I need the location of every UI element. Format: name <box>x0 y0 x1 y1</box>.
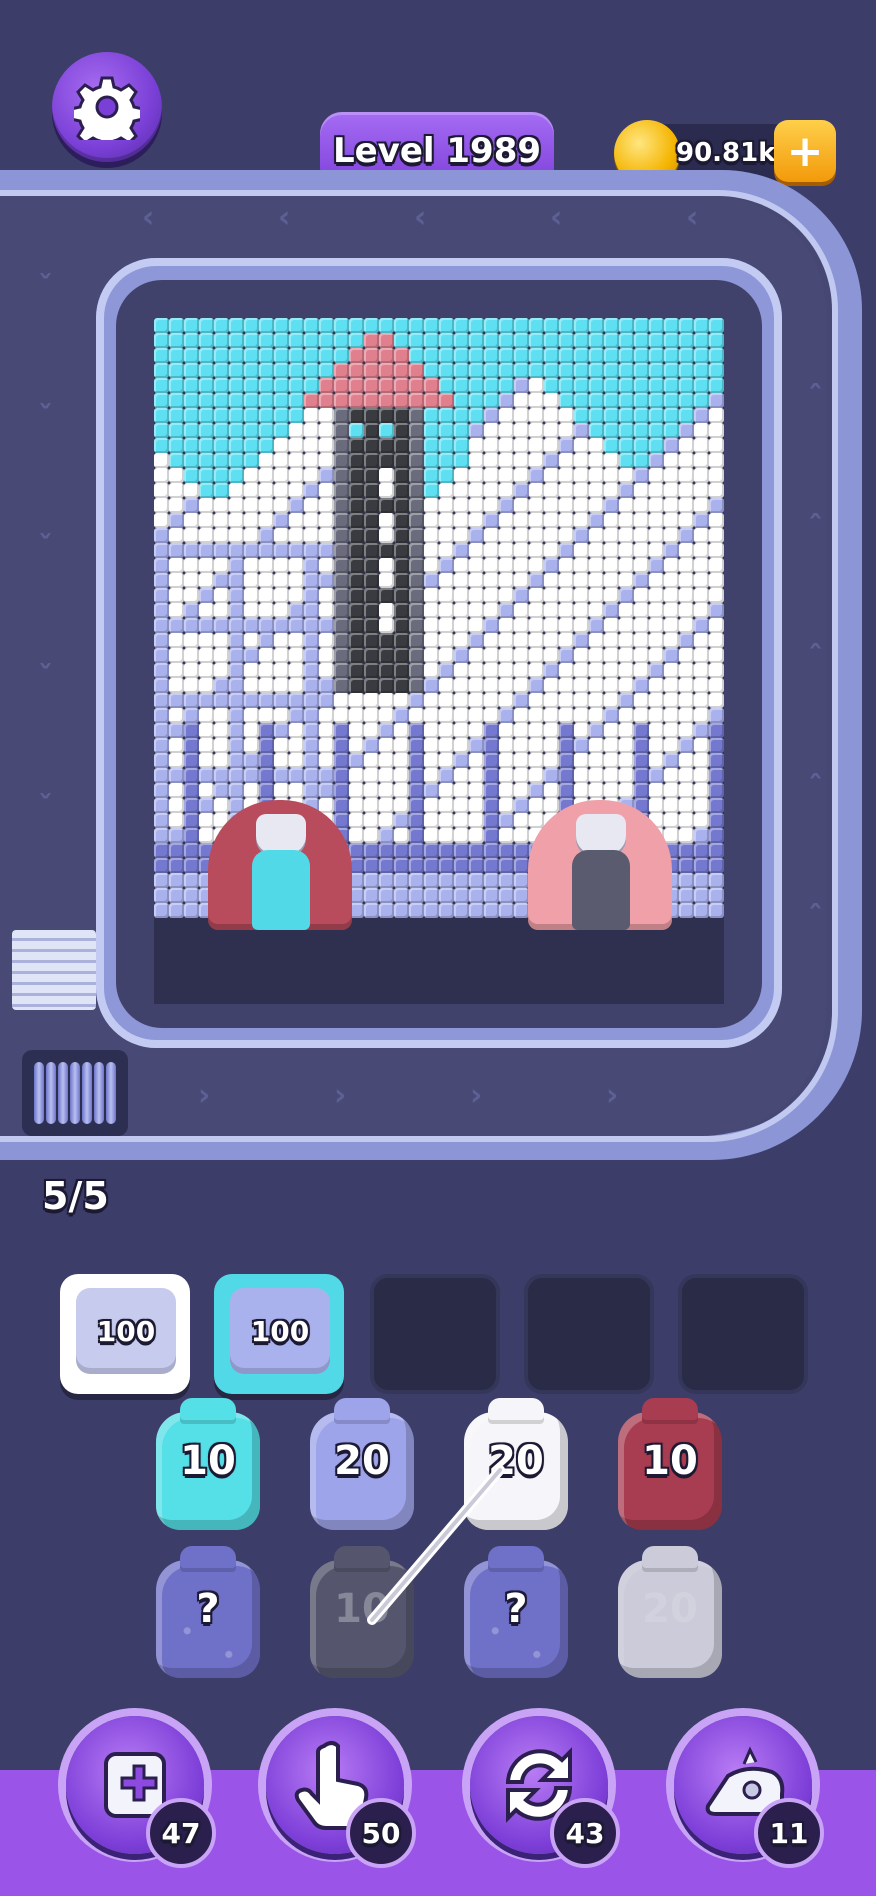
chevron-up-icon: ˆ <box>808 510 823 545</box>
pig-face-icon <box>256 814 306 854</box>
slot-2[interactable]: 100 <box>214 1274 344 1394</box>
hand-booster[interactable]: 50 <box>266 1716 416 1868</box>
chevron-right-icon: › <box>334 1078 347 1113</box>
conveyor-dock <box>12 930 96 1010</box>
booster-count: 11 <box>754 1798 824 1868</box>
unit-cyan[interactable]: 10 <box>156 1398 260 1530</box>
coin-count: 90.81k <box>676 138 776 168</box>
chevron-up-icon: ˆ <box>808 380 823 415</box>
spool-icon <box>22 1050 128 1136</box>
pig-body <box>252 850 310 930</box>
chevron-left-icon: ‹ <box>686 200 699 235</box>
booster-count: 50 <box>346 1798 416 1868</box>
chevron-down-icon: ˇ <box>38 400 53 435</box>
unit-white[interactable]: 20 <box>618 1546 722 1678</box>
unit-mystery[interactable]: ? <box>156 1546 260 1678</box>
tutorial-pointer-line <box>367 1465 505 1625</box>
chevron-up-icon: ˆ <box>808 640 823 675</box>
chevron-left-icon: ‹ <box>550 200 563 235</box>
booster-count: 47 <box>146 1798 216 1868</box>
slot-5[interactable] <box>678 1274 808 1394</box>
chevron-right-icon: › <box>198 1078 211 1113</box>
add-coins-button[interactable]: + <box>774 120 836 182</box>
chevron-left-icon: ‹ <box>142 200 155 235</box>
vacuum-booster[interactable]: 11 <box>674 1716 824 1868</box>
slot-4[interactable] <box>524 1274 654 1394</box>
level-label: Level 1989 <box>332 131 542 171</box>
chevron-left-icon: ‹ <box>278 200 291 235</box>
shuffle-booster[interactable]: 43 <box>470 1716 620 1868</box>
slot-3[interactable] <box>370 1274 500 1394</box>
chevron-down-icon: ˇ <box>38 530 53 565</box>
chevron-down-icon: ˇ <box>38 270 53 305</box>
chevron-right-icon: › <box>470 1078 483 1113</box>
chevron-up-icon: ˆ <box>808 770 823 805</box>
queue-count: 5/5 <box>42 1174 109 1218</box>
chevron-up-icon: ˆ <box>808 900 823 935</box>
gear-icon <box>74 76 140 140</box>
pig-body <box>572 850 630 930</box>
slot-value: 100 <box>230 1288 330 1374</box>
pig-face-icon <box>576 814 626 854</box>
chevron-left-icon: ‹ <box>414 200 427 235</box>
add-slot-booster[interactable]: 47 <box>66 1716 216 1868</box>
booster-count: 43 <box>550 1798 620 1868</box>
pig-shooter-right[interactable] <box>528 800 672 930</box>
chevron-down-icon: ˇ <box>38 790 53 825</box>
chevron-down-icon: ˇ <box>38 660 53 695</box>
plus-icon: + <box>786 125 824 177</box>
pig-shooter-left[interactable] <box>208 800 352 930</box>
settings-button[interactable] <box>52 52 162 162</box>
slot-value: 100 <box>76 1288 176 1374</box>
slot-1[interactable]: 100 <box>60 1274 190 1394</box>
unit-red[interactable]: 10 <box>618 1398 722 1530</box>
chevron-right-icon: › <box>606 1078 619 1113</box>
